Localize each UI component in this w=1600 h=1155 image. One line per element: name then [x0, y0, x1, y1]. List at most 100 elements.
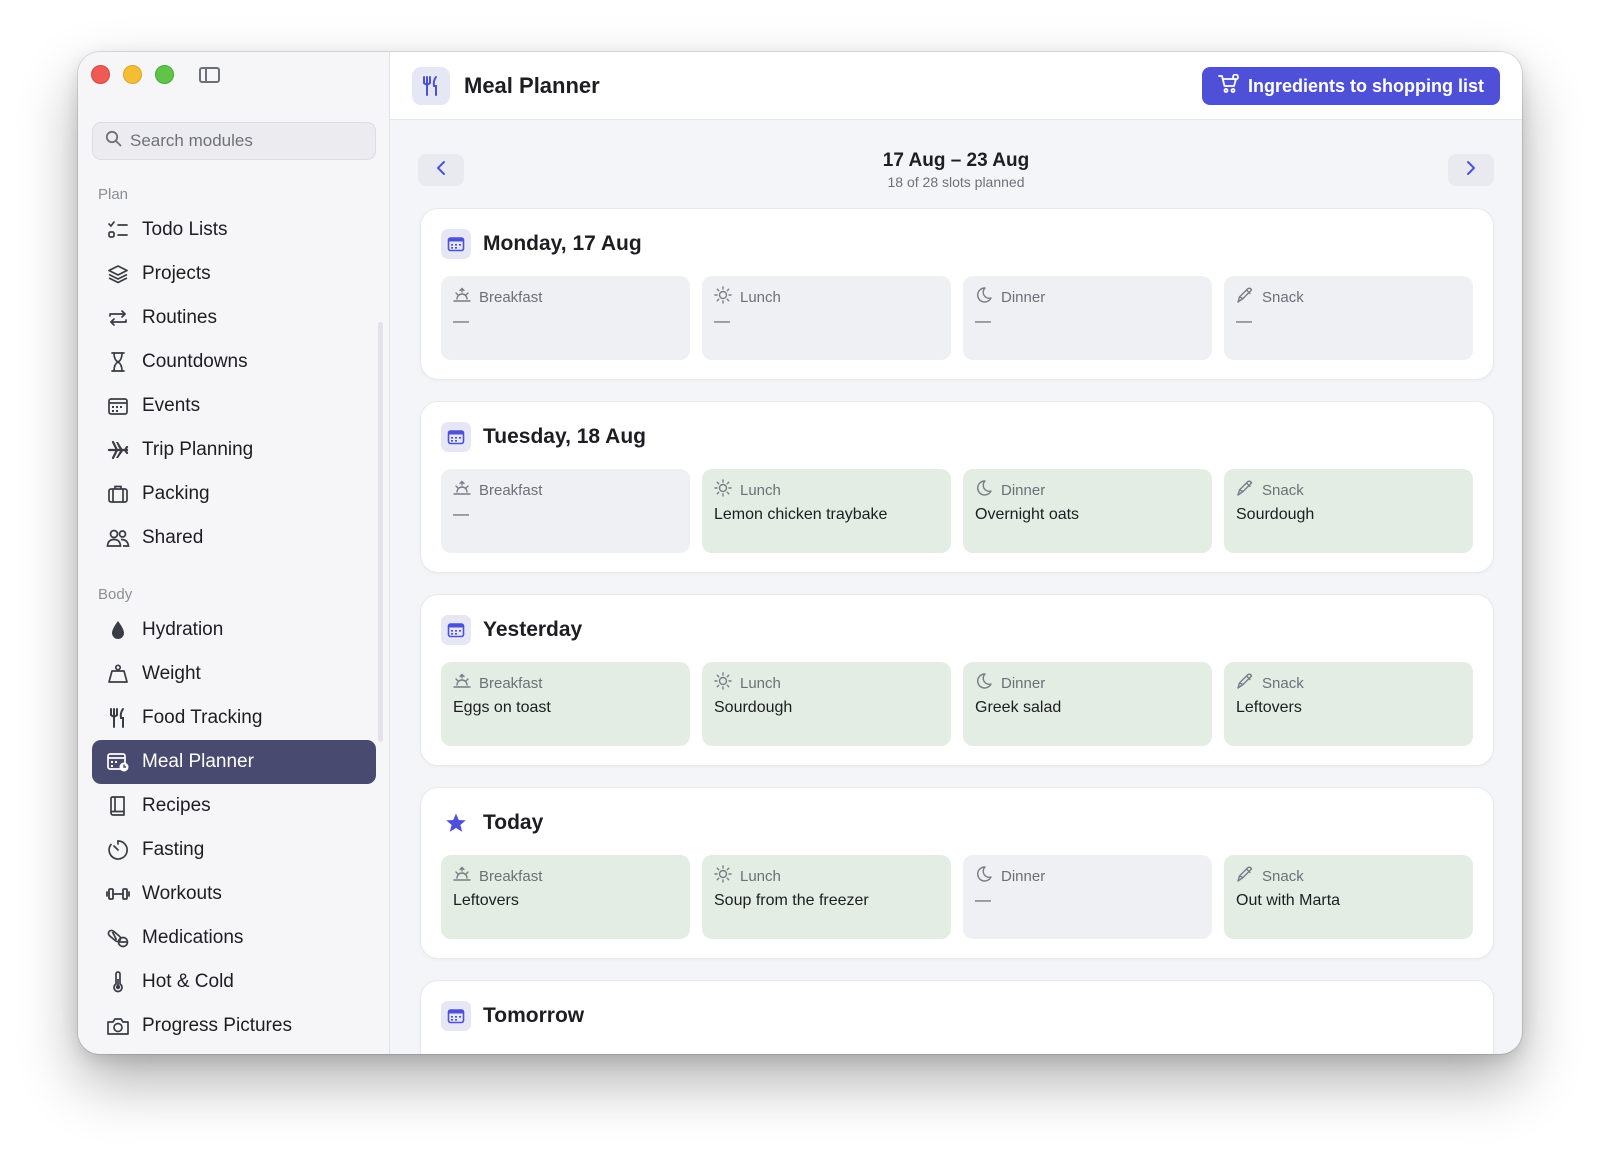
sidebar-item-label: Hot & Cold	[142, 971, 234, 992]
sidebar-item-progress-pictures[interactable]: Progress Pictures	[92, 1004, 376, 1048]
meal-slots: Breakfast — Lunch Lemon chicken traybake Din…	[441, 469, 1473, 553]
calendar-icon	[441, 615, 471, 645]
nav-section-label: Plan	[98, 186, 129, 203]
slot-header: Dinner	[975, 479, 1200, 502]
chevron-right-icon	[1465, 160, 1477, 181]
calendar-icon	[106, 394, 130, 418]
slot-header: Snack	[1236, 287, 1461, 306]
sidebar-item-fasting[interactable]: Fasting	[92, 828, 376, 872]
day-header: Yesterday	[441, 615, 582, 645]
sidebar-item-countdowns[interactable]: Countdowns	[92, 340, 376, 384]
book-icon	[106, 794, 130, 818]
calendar-plan-icon	[106, 750, 130, 774]
sidebar-item-packing[interactable]: Packing	[92, 472, 376, 516]
dinner-icon	[975, 286, 993, 309]
sidebar-item-workouts[interactable]: Workouts	[92, 872, 376, 916]
day-header: Monday, 17 Aug	[441, 229, 642, 259]
slot-label: Dinner	[1001, 481, 1046, 499]
meal-slot-snack[interactable]: Snack Out with Marta	[1224, 855, 1473, 939]
sidebar-item-projects[interactable]: Projects	[92, 252, 376, 296]
hourglass-icon	[106, 350, 130, 374]
sidebar-item-label: Progress Pictures	[142, 1015, 292, 1036]
sidebar-item-weight[interactable]: Weight	[92, 652, 376, 696]
meal-slot-lunch[interactable]: Lunch Sourdough	[702, 662, 951, 746]
sidebar-item-label: Food Tracking	[142, 707, 263, 728]
meal-slot-breakfast[interactable]: Breakfast —	[441, 276, 690, 360]
slot-label: Snack	[1262, 867, 1304, 885]
meal-slot-snack[interactable]: Snack Sourdough	[1224, 469, 1473, 553]
sidebar-item-label: Hydration	[142, 619, 224, 640]
calendar-icon	[441, 1001, 471, 1031]
thermometer-icon	[106, 970, 130, 994]
sidebar-scrollbar[interactable]	[378, 322, 383, 742]
minimize-window-button[interactable]	[123, 65, 142, 84]
slot-value: Leftovers	[453, 892, 519, 909]
day-header: Tuesday, 18 Aug	[441, 422, 646, 452]
close-window-button[interactable]	[91, 65, 110, 84]
breakfast-icon	[453, 673, 471, 694]
meal-slots: Breakfast Eggs on toast Lunch Sourdough Dinn…	[441, 662, 1473, 746]
slot-header: Breakfast	[453, 866, 678, 885]
sidebar-item-routines[interactable]: Routines	[92, 296, 376, 340]
day-list: Monday, 17 Aug Breakfast — Lunch — Dinner — Sna…	[420, 208, 1494, 1054]
sidebar-item-todo-lists[interactable]: Todo Lists	[92, 208, 376, 252]
scale-icon	[106, 662, 130, 686]
sidebar-item-hydration[interactable]: Hydration	[92, 608, 376, 652]
sidebar-item-recipes[interactable]: Recipes	[92, 784, 376, 828]
slot-header: Snack	[1236, 866, 1461, 885]
slot-label: Snack	[1262, 674, 1304, 692]
meal-slot-dinner[interactable]: Dinner —	[963, 855, 1212, 939]
sidebar-item-hot-and-cold[interactable]: Hot & Cold	[92, 960, 376, 1004]
suitcase-icon	[106, 482, 130, 506]
meal-slot-lunch[interactable]: Lunch Soup from the freezer	[702, 855, 951, 939]
sidebar-item-label: Trip Planning	[142, 439, 254, 460]
meal-slot-lunch[interactable]: Lunch —	[702, 276, 951, 360]
timer-icon	[106, 838, 130, 862]
sidebar-item-label: Projects	[142, 263, 211, 284]
meal-slot-dinner[interactable]: Dinner Overnight oats	[963, 469, 1212, 553]
search-icon	[105, 130, 122, 152]
slot-value: —	[1236, 313, 1252, 330]
slot-header: Breakfast	[453, 480, 678, 499]
zoom-window-button[interactable]	[155, 65, 174, 84]
fork-knife-icon	[106, 706, 130, 730]
meal-slot-lunch[interactable]: Lunch Lemon chicken traybake	[702, 469, 951, 553]
meal-slot-dinner[interactable]: Dinner Greek salad	[963, 662, 1212, 746]
window-controls	[91, 65, 174, 84]
next-week-button[interactable]	[1448, 154, 1494, 186]
sidebar-item-food-tracking[interactable]: Food Tracking	[92, 696, 376, 740]
meal-slot-snack[interactable]: Snack —	[1224, 276, 1473, 360]
sidebar-toggle-icon[interactable]	[199, 67, 220, 83]
lunch-icon	[714, 864, 732, 888]
slot-value: —	[975, 892, 991, 909]
week-navigator: 17 Aug – 23 Aug 18 of 28 slots planned	[390, 120, 1522, 204]
slot-header: Lunch	[714, 285, 939, 306]
sidebar-item-events[interactable]: Events	[92, 384, 376, 428]
dinner-icon	[975, 865, 993, 888]
sidebar-item-shared[interactable]: Shared	[92, 516, 376, 560]
week-summary: 18 of 28 slots planned	[887, 174, 1025, 190]
ingredients-to-shopping-list-button[interactable]: Ingredients to shopping list	[1202, 67, 1500, 105]
sidebar-item-medications[interactable]: Medications	[92, 916, 376, 960]
meal-slot-breakfast[interactable]: Breakfast Eggs on toast	[441, 662, 690, 746]
checklist-icon	[106, 218, 130, 242]
meal-slot-breakfast[interactable]: Breakfast —	[441, 469, 690, 553]
sidebar-item-label: Todo Lists	[142, 219, 228, 240]
search-input[interactable]	[130, 131, 360, 151]
slot-label: Lunch	[740, 674, 781, 692]
slot-label: Breakfast	[479, 674, 543, 692]
slot-value: —	[975, 313, 991, 330]
meal-slot-dinner[interactable]: Dinner —	[963, 276, 1212, 360]
sidebar-item-meal-planner[interactable]: Meal Planner	[92, 740, 376, 784]
dinner-icon	[975, 479, 993, 502]
day-card: Tuesday, 18 Aug Breakfast — Lunch Lemon chic…	[420, 401, 1494, 573]
slot-header: Dinner	[975, 865, 1200, 888]
meal-slot-breakfast[interactable]: Breakfast Leftovers	[441, 855, 690, 939]
dinner-icon	[975, 672, 993, 695]
meal-slot-snack[interactable]: Snack Leftovers	[1224, 662, 1473, 746]
search-box	[92, 122, 376, 160]
slot-label: Dinner	[1001, 288, 1046, 306]
fork-knife-icon	[412, 66, 450, 105]
airplane-icon	[106, 438, 130, 462]
sidebar-item-trip-planning[interactable]: Trip Planning	[92, 428, 376, 472]
